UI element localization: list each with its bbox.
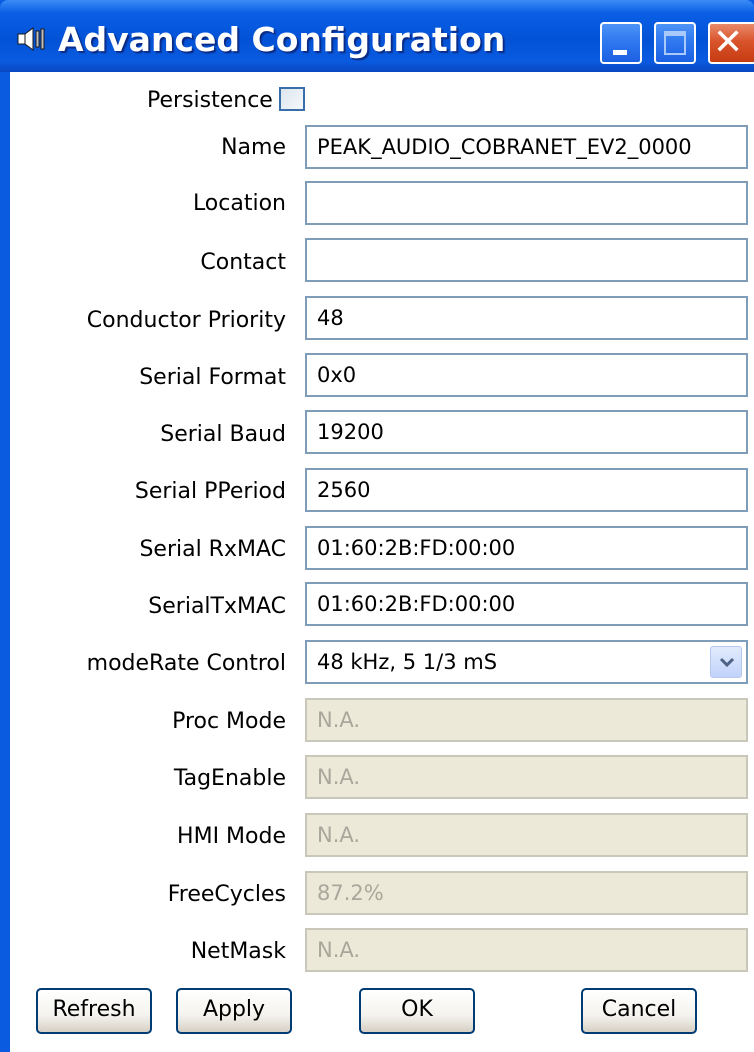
serial-txmac-field[interactable]: 01:60:2B:FD:00:00 [305,582,748,626]
maximize-icon [664,31,686,55]
contact-field[interactable] [305,238,748,282]
ok-button[interactable]: OK [359,988,475,1034]
serial-rxmac-label: Serial RxMAC [139,537,286,562]
close-button[interactable]: ✕ [708,22,754,64]
name-field[interactable]: PEAK_AUDIO_COBRANET_EV2_0000 [305,125,748,169]
free-cycles-label: FreeCycles [167,882,286,907]
location-field[interactable] [305,181,748,225]
moderate-control-label: modeRate Control [86,651,286,676]
minimize-button[interactable] [600,22,642,64]
tag-enable-label: TagEnable [173,766,286,791]
close-icon: ✕ [713,22,744,63]
tag-enable-field: N.A. [305,755,748,799]
contact-label: Contact [200,250,286,275]
serial-rxmac-field[interactable]: 01:60:2B:FD:00:00 [305,526,748,570]
minimize-icon [613,50,627,55]
maximize-button[interactable] [654,22,696,64]
window-title: Advanced Configuration [58,20,506,59]
free-cycles-field: 87.2% [305,871,748,915]
moderate-control-value: 48 kHz, 5 1/3 mS [317,650,498,674]
title-bar[interactable]: Advanced Configuration ✕ [0,0,754,72]
dropdown-button[interactable] [710,646,742,678]
serial-pperiod-field[interactable]: 2560 [305,468,748,512]
conductor-priority-label: Conductor Priority [86,308,286,333]
proc-mode-label: Proc Mode [172,709,286,734]
conductor-priority-field[interactable]: 48 [305,296,748,340]
netmask-field: N.A. [305,928,748,972]
advanced-configuration-window: Advanced Configuration ✕ Persistence Nam… [0,0,754,1052]
location-label: Location [192,191,286,216]
serial-baud-label: Serial Baud [160,422,286,447]
apply-button[interactable]: Apply [176,988,292,1034]
serial-txmac-label: SerialTxMAC [148,594,286,619]
serial-baud-field[interactable]: 19200 [305,410,748,454]
serial-pperiod-label: Serial PPeriod [134,479,286,504]
cancel-button[interactable]: Cancel [581,988,697,1034]
serial-format-field[interactable]: 0x0 [305,353,748,397]
speaker-icon[interactable] [16,26,48,52]
hmi-mode-label: HMI Mode [177,824,286,849]
chevron-down-icon [719,657,735,668]
netmask-label: NetMask [190,939,286,964]
moderate-control-select[interactable]: 48 kHz, 5 1/3 mS [305,640,748,684]
persistence-label: Persistence [147,88,273,113]
refresh-button[interactable]: Refresh [36,988,152,1034]
serial-format-label: Serial Format [139,365,286,390]
proc-mode-field: N.A. [305,698,748,742]
persistence-checkbox[interactable] [279,87,305,111]
hmi-mode-field: N.A. [305,813,748,857]
name-label: Name [221,135,286,160]
